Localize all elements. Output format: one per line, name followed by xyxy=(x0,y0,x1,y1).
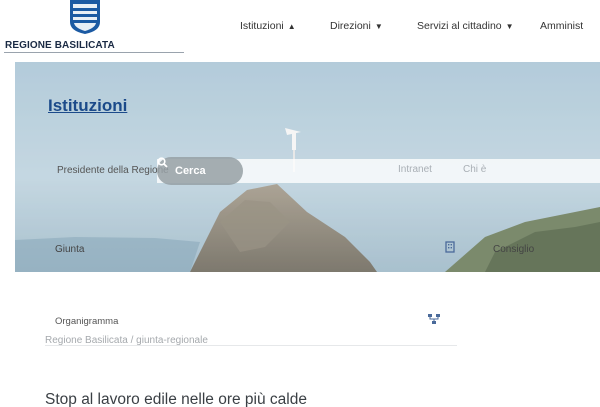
hero-banner: Istituzioni Presidente della Regione Cer… xyxy=(15,62,600,272)
nav-direzioni[interactable]: Direzioni ▼ xyxy=(330,20,383,32)
article-title[interactable]: Stop al lavoro edile nelle ore più calde xyxy=(45,391,307,407)
breadcrumb-divider xyxy=(45,345,457,346)
nav-label: Direzioni xyxy=(330,20,371,32)
nav-amministrazione[interactable]: Amminist xyxy=(540,20,583,32)
nav-label: Amminist xyxy=(540,20,584,32)
link-consiglio[interactable]: Consiglio xyxy=(493,244,534,255)
nav-label: Servizi al cittadino xyxy=(417,20,502,32)
nav-label: Istituzioni xyxy=(240,20,284,32)
link-organigramma[interactable]: Organigramma xyxy=(55,316,118,327)
search-button-label: Cerca xyxy=(175,165,206,177)
brand-divider xyxy=(4,52,184,53)
link-presidente[interactable]: Presidente della Regione xyxy=(57,165,169,176)
site-header: REGIONE BASILICATA Istituzioni ▲ Direzion… xyxy=(0,0,600,56)
chevron-down-icon: ▼ xyxy=(505,22,514,31)
page: REGIONE BASILICATA Istituzioni ▲ Direzion… xyxy=(0,0,600,407)
brand-name[interactable]: REGIONE BASILICATA xyxy=(5,40,115,51)
link-giunta[interactable]: Giunta xyxy=(55,244,84,255)
nav-istituzioni[interactable]: Istituzioni ▲ xyxy=(240,20,296,32)
main-nav: Istituzioni ▲ Direzioni ▼ Servizi al citta… xyxy=(0,20,600,36)
nav-servizi-al-cittadino[interactable]: Servizi al cittadino ▼ xyxy=(417,20,514,32)
hero-title[interactable]: Istituzioni xyxy=(48,96,127,116)
chevron-up-icon: ▲ xyxy=(287,22,296,31)
link-intranet[interactable]: Intranet xyxy=(398,164,432,175)
chevron-down-icon: ▼ xyxy=(374,22,383,31)
link-chi-e[interactable]: Chi è xyxy=(463,164,486,175)
org-chart-icon[interactable] xyxy=(428,314,440,327)
search-button[interactable]: Cerca xyxy=(157,157,243,185)
